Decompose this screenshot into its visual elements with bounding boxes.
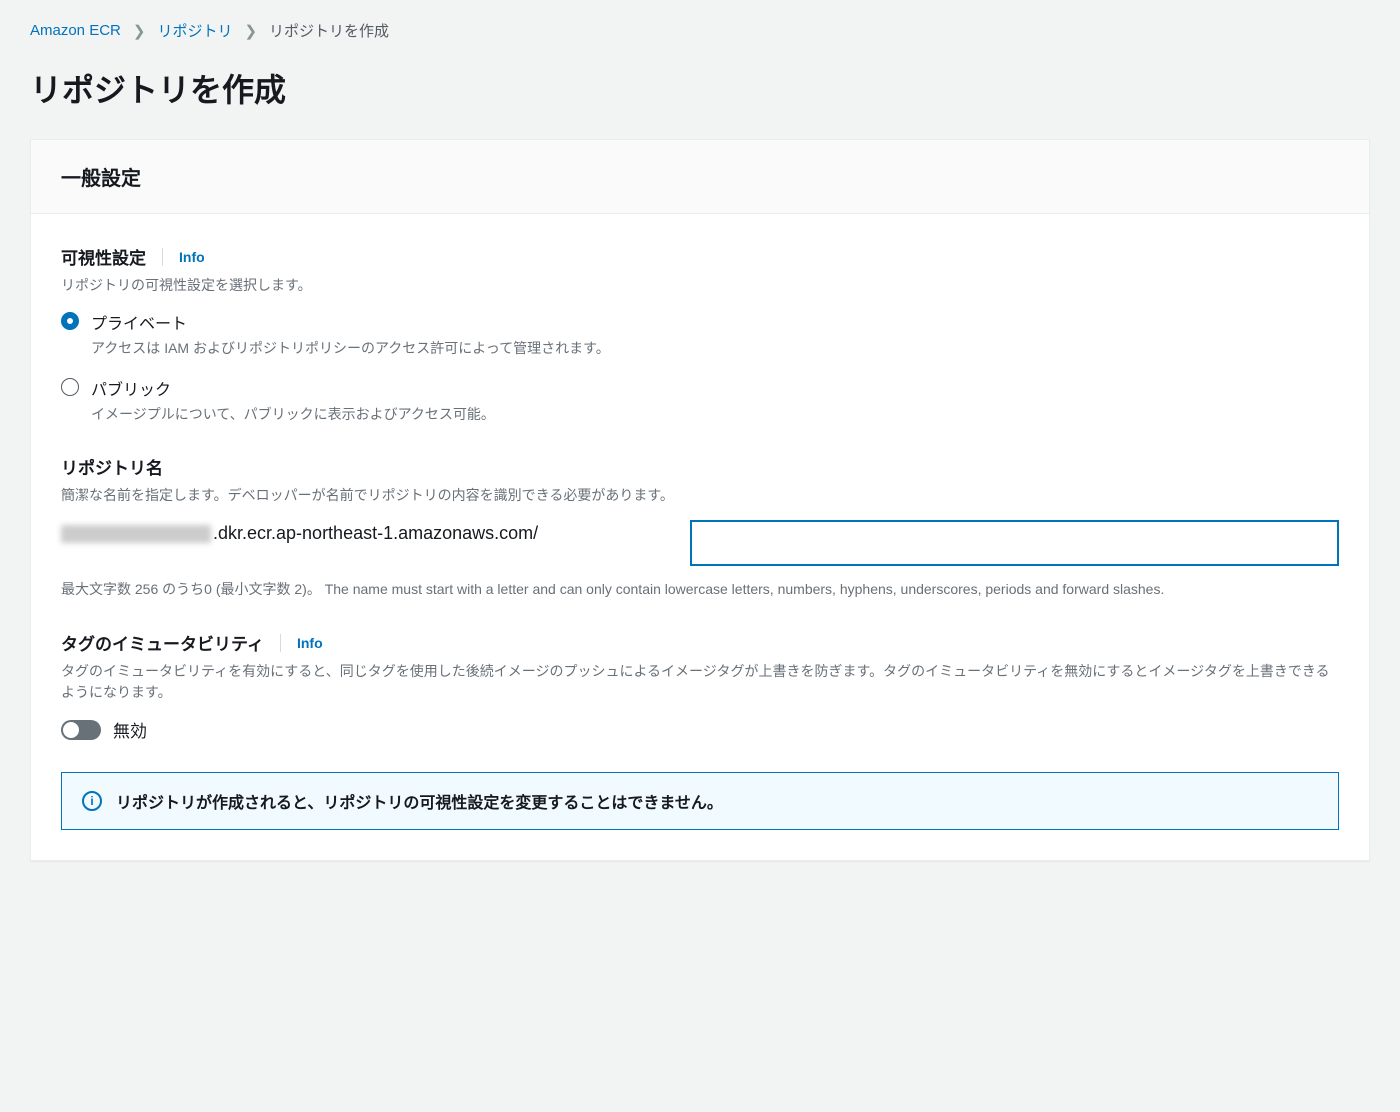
radio-desc-private: アクセスは IAM およびリポジトリポリシーのアクセス許可によって管理されます。 <box>91 338 610 358</box>
divider <box>162 248 163 266</box>
chevron-right-icon: ❯ <box>133 22 146 40</box>
visibility-option-private[interactable]: プライベート アクセスは IAM およびリポジトリポリシーのアクセス許可によって… <box>61 310 1339 358</box>
info-icon: i <box>82 791 102 811</box>
visibility-info-link[interactable]: Info <box>179 249 205 265</box>
repo-name-section: リポジトリ名 簡潔な名前を指定します。デベロッパーが名前でリポジトリの内容を識別… <box>61 454 1339 600</box>
immutability-desc: タグのイミュータビリティを有効にすると、同じタグを使用した後続イメージのプッシュ… <box>61 661 1339 703</box>
panel-header: 一般設定 <box>31 140 1369 214</box>
page-title: リポジトリを作成 <box>30 65 1370 111</box>
breadcrumb-link-repos[interactable]: リポジトリ <box>157 20 232 41</box>
immutability-info-link[interactable]: Info <box>297 635 323 651</box>
divider <box>280 634 281 652</box>
chevron-right-icon: ❯ <box>244 22 257 40</box>
breadcrumb-link-ecr[interactable]: Amazon ECR <box>30 22 121 39</box>
immutability-toggle[interactable] <box>61 720 101 740</box>
breadcrumb: Amazon ECR ❯ リポジトリ ❯ リポジトリを作成 <box>30 20 1370 41</box>
visibility-alert: i リポジトリが作成されると、リポジトリの可視性設定を変更することはできません。 <box>61 772 1339 830</box>
repo-name-input[interactable] <box>690 520 1339 566</box>
repo-prefix-suffix: .dkr.ecr.ap-northeast-1.amazonaws.com/ <box>213 523 538 543</box>
visibility-option-public[interactable]: パブリック イメージプルについて、パブリックに表示およびアクセス可能。 <box>61 376 1339 424</box>
toggle-knob-icon <box>63 722 79 738</box>
immutability-state: 無効 <box>113 717 147 742</box>
radio-label-public: パブリック <box>91 376 495 400</box>
repo-name-prefix: .dkr.ecr.ap-northeast-1.amazonaws.com/ <box>61 520 674 547</box>
visibility-section: 可視性設定 Info リポジトリの可視性設定を選択します。 プライベート アクセ… <box>61 244 1339 424</box>
immutability-section: タグのイミュータビリティ Info タグのイミュータビリティを有効にすると、同じ… <box>61 630 1339 742</box>
panel-header-title: 一般設定 <box>61 162 1339 191</box>
immutability-label: タグのイミュータビリティ <box>61 630 264 655</box>
visibility-desc: リポジトリの可視性設定を選択します。 <box>61 275 1339 296</box>
visibility-label: 可視性設定 <box>61 244 146 269</box>
repo-name-label: リポジトリ名 <box>61 454 163 479</box>
repo-name-desc: 簡潔な名前を指定します。デベロッパーが名前でリポジトリの内容を識別できる必要があ… <box>61 485 1339 506</box>
radio-label-private: プライベート <box>91 310 610 334</box>
breadcrumb-current: リポジトリを作成 <box>269 20 389 41</box>
radio-icon[interactable] <box>61 312 79 330</box>
radio-desc-public: イメージプルについて、パブリックに表示およびアクセス可能。 <box>91 404 495 424</box>
repo-name-help: 最大文字数 256 のうち0 (最小文字数 2)。 The name must … <box>61 578 1339 600</box>
general-settings-panel: 一般設定 可視性設定 Info リポジトリの可視性設定を選択します。 プライベー… <box>30 139 1370 861</box>
radio-icon[interactable] <box>61 378 79 396</box>
account-id-blurred <box>61 525 211 543</box>
alert-text: リポジトリが作成されると、リポジトリの可視性設定を変更することはできません。 <box>116 789 723 813</box>
